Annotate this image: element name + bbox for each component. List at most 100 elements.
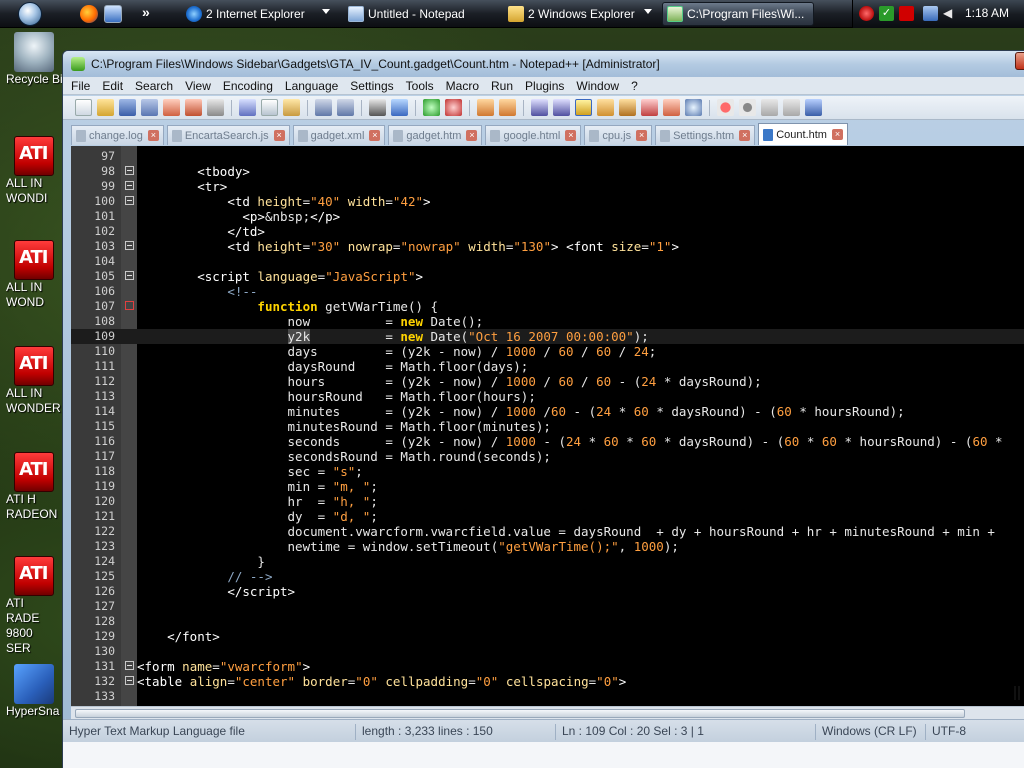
close-icon[interactable] bbox=[273, 130, 285, 141]
close-icon[interactable] bbox=[831, 129, 843, 140]
word-wrap-icon[interactable] bbox=[531, 99, 548, 116]
taskbar-button-internet-explorer[interactable]: 2 Internet Explorer bbox=[182, 2, 336, 26]
code-line[interactable]: 127 bbox=[71, 599, 1024, 614]
code-line[interactable]: 117 secondsRound = Math.round(seconds); bbox=[71, 449, 1024, 464]
fold-toggle-icon[interactable] bbox=[125, 166, 134, 175]
tab-google-html[interactable]: google.html bbox=[485, 125, 582, 145]
code-line[interactable]: 116 seconds = (y2k - now) / 1000 - (24 *… bbox=[71, 434, 1024, 449]
record-macro-icon[interactable] bbox=[717, 99, 734, 116]
tab-gadget-htm[interactable]: gadget.htm bbox=[388, 125, 483, 145]
taskbar-button-windows-explorer[interactable]: 2 Windows Explorer bbox=[504, 2, 658, 26]
code-line[interactable]: 101 <p>&nbsp;</p> bbox=[71, 209, 1024, 224]
open-folder-icon[interactable] bbox=[97, 99, 114, 116]
tab-settings-htm[interactable]: Settings.htm bbox=[655, 125, 756, 145]
find-icon[interactable] bbox=[369, 99, 386, 116]
fold-toggle-icon[interactable] bbox=[125, 676, 134, 685]
desktop-icon-recycle-bin[interactable]: Recycle Bi bbox=[0, 32, 64, 87]
code-line[interactable]: 105 <script language="JavaScript"> bbox=[71, 269, 1024, 284]
firefox-icon[interactable] bbox=[80, 5, 98, 23]
desktop-icon-ati[interactable]: ATI ALL IN WONDI bbox=[0, 136, 64, 206]
menu-edit[interactable]: Edit bbox=[102, 79, 123, 93]
code-line[interactable]: 109 y2k = new Date("Oct 16 2007 00:00:00… bbox=[71, 329, 1024, 344]
copy-icon[interactable] bbox=[261, 99, 278, 116]
code-line[interactable]: 124 } bbox=[71, 554, 1024, 569]
tab-cpu-js[interactable]: cpu.js bbox=[584, 125, 653, 145]
code-line[interactable]: 115 minutesRound = Math.floor(minutes); bbox=[71, 419, 1024, 434]
horizontal-scrollbar[interactable] bbox=[71, 706, 1024, 720]
close-icon[interactable] bbox=[466, 130, 478, 141]
menu-settings[interactable]: Settings bbox=[350, 79, 393, 93]
code-line[interactable]: 108 now = new Date(); bbox=[71, 314, 1024, 329]
check-icon[interactable] bbox=[879, 6, 894, 21]
scrollbar-thumb[interactable] bbox=[75, 709, 965, 718]
close-button[interactable] bbox=[1015, 52, 1024, 70]
code-line[interactable]: 121 dy = "d, "; bbox=[71, 509, 1024, 524]
indent-guide-icon[interactable] bbox=[575, 99, 592, 116]
quick-launch-more[interactable]: » bbox=[142, 4, 150, 20]
fold-toggle-icon[interactable] bbox=[125, 196, 134, 205]
zoom-in-icon[interactable] bbox=[423, 99, 440, 116]
code-line[interactable]: 111 daysRound = Math.floor(days); bbox=[71, 359, 1024, 374]
menu-window[interactable]: Window bbox=[576, 79, 619, 93]
user-language-icon[interactable] bbox=[597, 99, 614, 116]
code-line[interactable]: 114 minutes = (y2k - now) / 1000 /60 - (… bbox=[71, 404, 1024, 419]
monitoring-icon[interactable] bbox=[685, 99, 702, 116]
fold-toggle-icon[interactable] bbox=[125, 271, 134, 280]
save-macro-icon[interactable] bbox=[805, 99, 822, 116]
code-line[interactable]: 118 sec = "s"; bbox=[71, 464, 1024, 479]
fold-toggle-icon[interactable] bbox=[125, 241, 134, 250]
code-line[interactable]: 133 bbox=[71, 689, 1024, 704]
folder-workspace-icon[interactable] bbox=[663, 99, 680, 116]
save-all-icon[interactable] bbox=[141, 99, 158, 116]
close-icon[interactable] bbox=[369, 130, 381, 141]
ati-tray-icon[interactable] bbox=[899, 6, 914, 21]
close-all-icon[interactable] bbox=[185, 99, 202, 116]
fold-marker-error-icon[interactable] bbox=[125, 301, 134, 310]
clock[interactable]: 1:18 AM bbox=[965, 6, 1009, 20]
tab-encarta-search[interactable]: EncartaSearch.js bbox=[166, 125, 290, 145]
code-line[interactable]: 98 <tbody> bbox=[71, 164, 1024, 179]
code-line[interactable]: 113 hoursRound = Math.floor(hours); bbox=[71, 389, 1024, 404]
tab-change-log[interactable]: change.log bbox=[71, 125, 164, 145]
menu-search[interactable]: Search bbox=[135, 79, 173, 93]
desktop-icon-ati[interactable]: ATI ATI RADE 9800 SER bbox=[0, 556, 64, 656]
redo-icon[interactable] bbox=[337, 99, 354, 116]
code-line[interactable]: 129 </font> bbox=[71, 629, 1024, 644]
doc-map-icon[interactable] bbox=[619, 99, 636, 116]
save-icon[interactable] bbox=[119, 99, 136, 116]
play-macro-icon[interactable] bbox=[761, 99, 778, 116]
start-button[interactable] bbox=[8, 1, 52, 27]
close-icon[interactable] bbox=[147, 130, 159, 141]
menu-macro[interactable]: Macro bbox=[446, 79, 479, 93]
function-list-icon[interactable] bbox=[641, 99, 658, 116]
code-line[interactable]: 100 <td height="40" width="42"> bbox=[71, 194, 1024, 209]
code-line[interactable]: 103 <td height="30" nowrap="nowrap" widt… bbox=[71, 239, 1024, 254]
network-icon[interactable] bbox=[923, 6, 938, 21]
code-line[interactable]: 131 <form name="vwarcform"> bbox=[71, 659, 1024, 674]
menu-plugins[interactable]: Plugins bbox=[525, 79, 564, 93]
paste-icon[interactable] bbox=[283, 99, 300, 116]
new-file-icon[interactable] bbox=[75, 99, 92, 116]
menu-help[interactable]: ? bbox=[631, 79, 638, 93]
menu-view[interactable]: View bbox=[185, 79, 211, 93]
code-line[interactable]: 107 function getVWarTime() { bbox=[71, 299, 1024, 314]
menu-tools[interactable]: Tools bbox=[406, 79, 434, 93]
code-line[interactable]: 102 </td> bbox=[71, 224, 1024, 239]
run-macro-multiple-icon[interactable] bbox=[783, 99, 800, 116]
undo-icon[interactable] bbox=[315, 99, 332, 116]
security-shield-icon[interactable] bbox=[859, 6, 874, 21]
desktop-icon-ati[interactable]: ATI ALL IN WONDER bbox=[0, 346, 64, 416]
taskbar-button-program-files[interactable]: C:\Program Files\Wi... bbox=[662, 2, 814, 26]
cut-icon[interactable] bbox=[239, 99, 256, 116]
code-line[interactable]: 125 // --> bbox=[71, 569, 1024, 584]
tab-count-htm[interactable]: Count.htm bbox=[758, 123, 848, 145]
desktop-icon-ati[interactable]: ATI ALL IN WOND bbox=[0, 240, 64, 310]
title-bar[interactable]: C:\Program Files\Windows Sidebar\Gadgets… bbox=[63, 51, 1024, 77]
code-line[interactable]: 119 min = "m, "; bbox=[71, 479, 1024, 494]
stop-macro-icon[interactable] bbox=[739, 99, 756, 116]
volume-icon[interactable] bbox=[943, 6, 958, 21]
close-file-icon[interactable] bbox=[163, 99, 180, 116]
tab-gadget-xml[interactable]: gadget.xml bbox=[292, 125, 386, 145]
desktop-icon-ati[interactable]: ATI ATI H RADEON bbox=[0, 452, 64, 522]
menu-encoding[interactable]: Encoding bbox=[223, 79, 273, 93]
